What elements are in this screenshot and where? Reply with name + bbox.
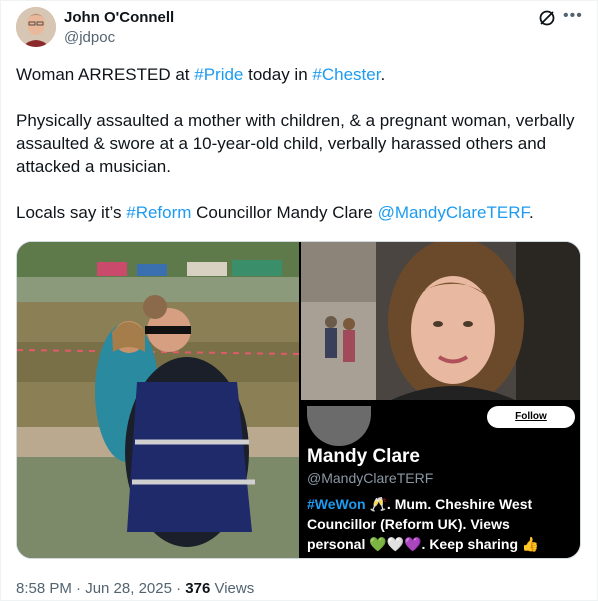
hashtag-chester[interactable]: #Chester: [312, 65, 380, 84]
grok-icon[interactable]: [538, 9, 556, 27]
tweet-paragraph-2: Physically assaulted a mother with child…: [16, 111, 575, 176]
tweet-text-segment: today in: [243, 65, 313, 84]
views-count: 376: [185, 580, 211, 597]
hashtag-pride[interactable]: #Pride: [194, 65, 243, 84]
views-label: Views: [210, 580, 255, 597]
mention-mandyclareterf[interactable]: @MandyClareTERF: [378, 203, 529, 222]
profile-bio-line-3: personal 💚🤍💜. Keep sharing 👍: [307, 536, 540, 552]
tweet-timestamp[interactable]: 8:58 PM · Jun 28, 2025 ·: [16, 580, 185, 597]
profile-bio: #WeWon 🥂. Mum. Cheshire West Councillor …: [307, 494, 577, 554]
tweet-line-1: Woman ARRESTED at #Pride today in #Chest…: [16, 63, 581, 86]
hashtag-reform[interactable]: #Reform: [126, 203, 191, 222]
author-handle[interactable]: @jdpoc: [64, 29, 115, 46]
media-grid[interactable]: Follow Mandy Clare @MandyClareTERF #WeWo…: [16, 241, 581, 559]
tweet-text-segment: Locals say it’s: [16, 203, 127, 222]
tweet-meta: 8:58 PM · Jun 28, 2025 · 376 Views: [16, 580, 254, 597]
profile-handle: @MandyClareTERF: [307, 470, 434, 486]
tweet-text-segment: Woman ARRESTED at: [16, 65, 195, 84]
profile-bio-text: 🥂. Mum. Cheshire West: [365, 496, 533, 512]
profile-avatar: [307, 406, 371, 446]
tweet-line-3: Locals say it’s #Reform Councillor Mandy…: [16, 201, 581, 224]
tweet-card: John O'Connell @jdpoc ••• Woman ARRESTED…: [0, 0, 598, 601]
author-avatar[interactable]: [16, 7, 56, 47]
tweet-text: Woman ARRESTED at #Pride today in #Chest…: [16, 63, 581, 224]
photo-mandy-clare-portrait[interactable]: [301, 242, 580, 400]
photo-arrest-scene[interactable]: [17, 242, 299, 558]
profile-card-screenshot[interactable]: Follow Mandy Clare @MandyClareTERF #WeWo…: [301, 402, 580, 558]
tweet-text-segment: Councillor Mandy Clare: [191, 203, 378, 222]
author-name[interactable]: John O'Connell: [64, 9, 174, 26]
profile-bio-line-1: #WeWon 🥂. Mum. Cheshire West: [307, 494, 577, 514]
profile-bio-line-2: Councillor (Reform UK). Views: [307, 516, 510, 532]
profile-bio-hashtag: #WeWon: [307, 496, 366, 512]
tweet-text-segment: .: [380, 65, 386, 84]
more-icon[interactable]: •••: [563, 7, 583, 25]
profile-name: Mandy Clare: [307, 446, 420, 467]
follow-button[interactable]: Follow: [487, 406, 575, 428]
tweet-text-segment: .: [528, 203, 534, 222]
